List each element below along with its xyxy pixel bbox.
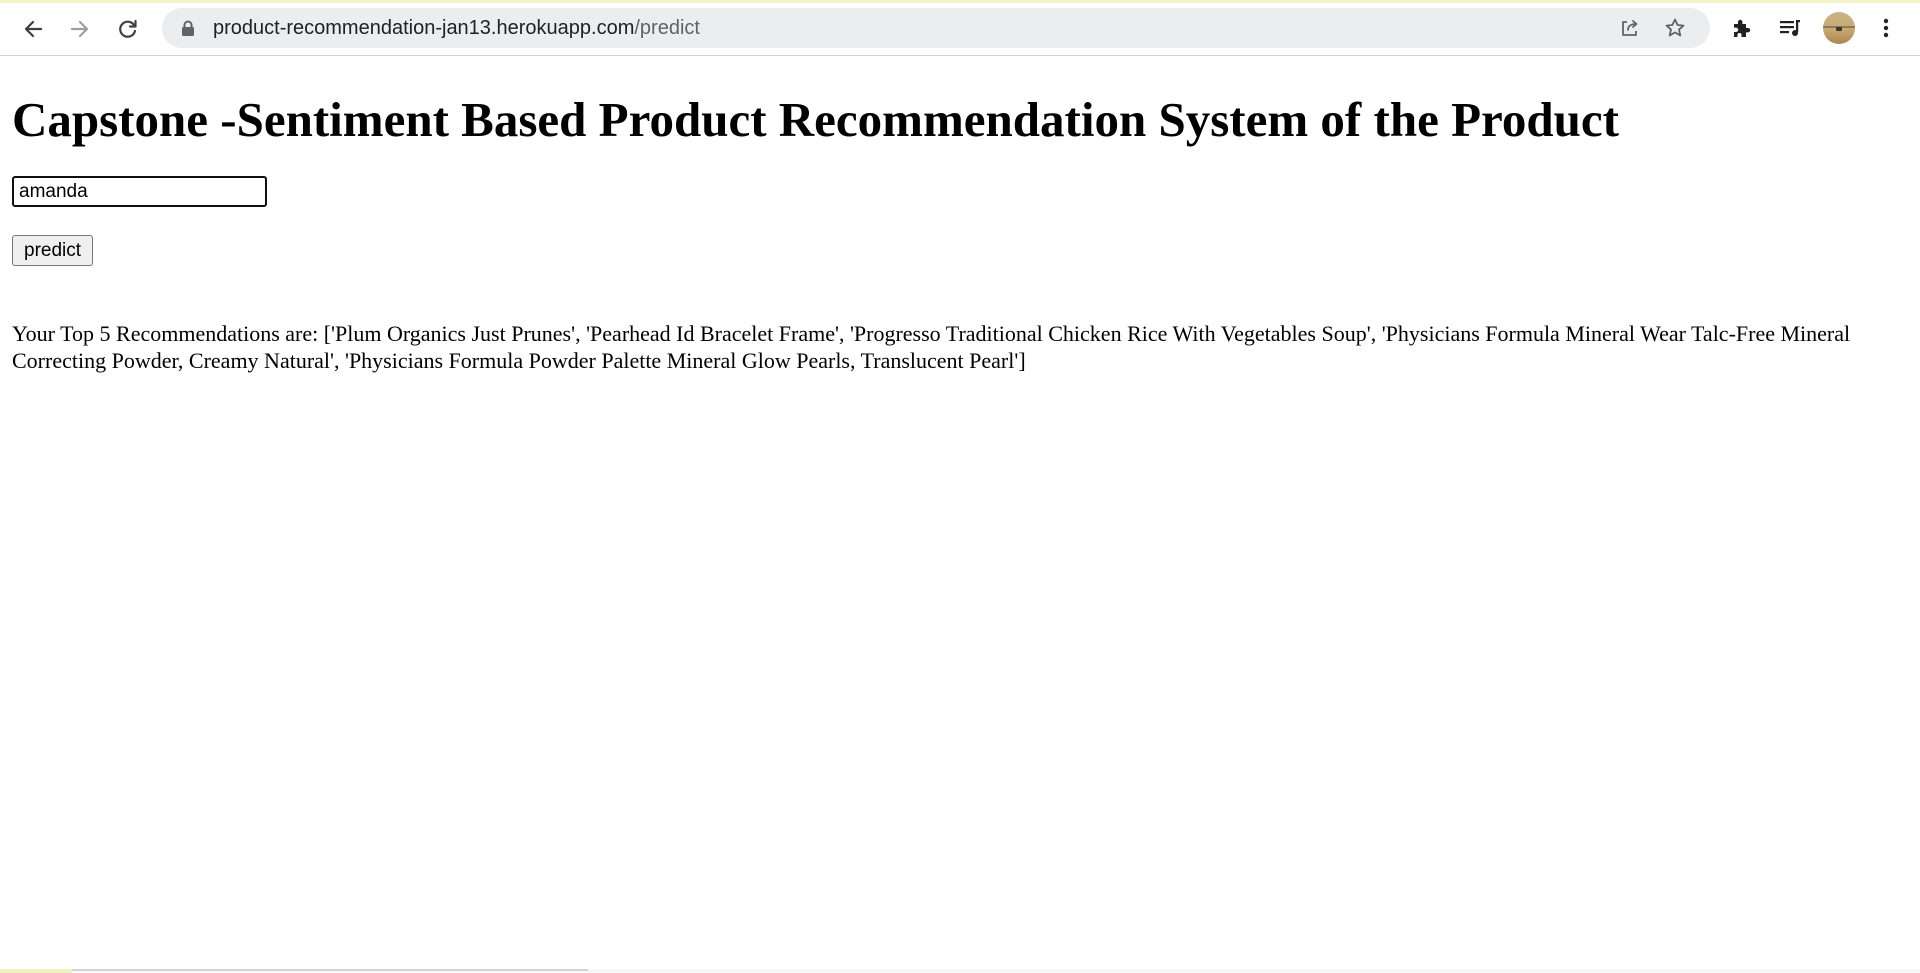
avatar-figure (1836, 27, 1842, 31)
star-icon (1665, 18, 1685, 37)
url-text[interactable]: product-recommendation-jan13.herokuapp.c… (213, 8, 700, 48)
extensions-button[interactable] (1728, 14, 1756, 42)
back-button[interactable] (16, 12, 50, 46)
profile-avatar[interactable] (1823, 12, 1855, 44)
bookmark-button[interactable] (1663, 16, 1687, 40)
scrollbar-thumb[interactable] (72, 969, 588, 971)
horizontal-scrollbar[interactable] (0, 969, 1920, 973)
browser-toolbar: product-recommendation-jan13.herokuapp.c… (0, 0, 1920, 56)
share-button[interactable] (1618, 16, 1642, 40)
url-path: /predict (634, 17, 700, 39)
puzzle-icon (1734, 19, 1751, 37)
kebab-menu-icon (1883, 18, 1889, 38)
reload-icon (119, 19, 137, 38)
predict-button[interactable]: predict (12, 235, 94, 266)
url-host: product-recommendation-jan13.herokuapp.c… (213, 17, 635, 39)
loading-strip (0, 0, 1920, 3)
page-content: Capstone -Sentiment Based Product Recomm… (0, 56, 1920, 973)
page-title: Capstone -Sentiment Based Product Recomm… (12, 92, 1619, 147)
share-icon (1622, 20, 1638, 36)
username-input[interactable] (12, 176, 267, 207)
lock-icon[interactable] (181, 20, 195, 36)
reload-button[interactable] (111, 12, 145, 46)
browser-menu-button[interactable] (1872, 14, 1900, 42)
forward-button[interactable] (63, 12, 97, 46)
back-arrow-icon (24, 20, 43, 38)
forward-arrow-icon (70, 20, 89, 38)
media-queue-icon (1780, 20, 1800, 36)
scrollbar-accent (0, 969, 72, 973)
address-bar[interactable]: product-recommendation-jan13.herokuapp.c… (162, 8, 1710, 48)
media-button[interactable] (1776, 14, 1804, 42)
recommendations-text: Your Top 5 Recommendations are: ['Plum O… (12, 321, 1851, 373)
